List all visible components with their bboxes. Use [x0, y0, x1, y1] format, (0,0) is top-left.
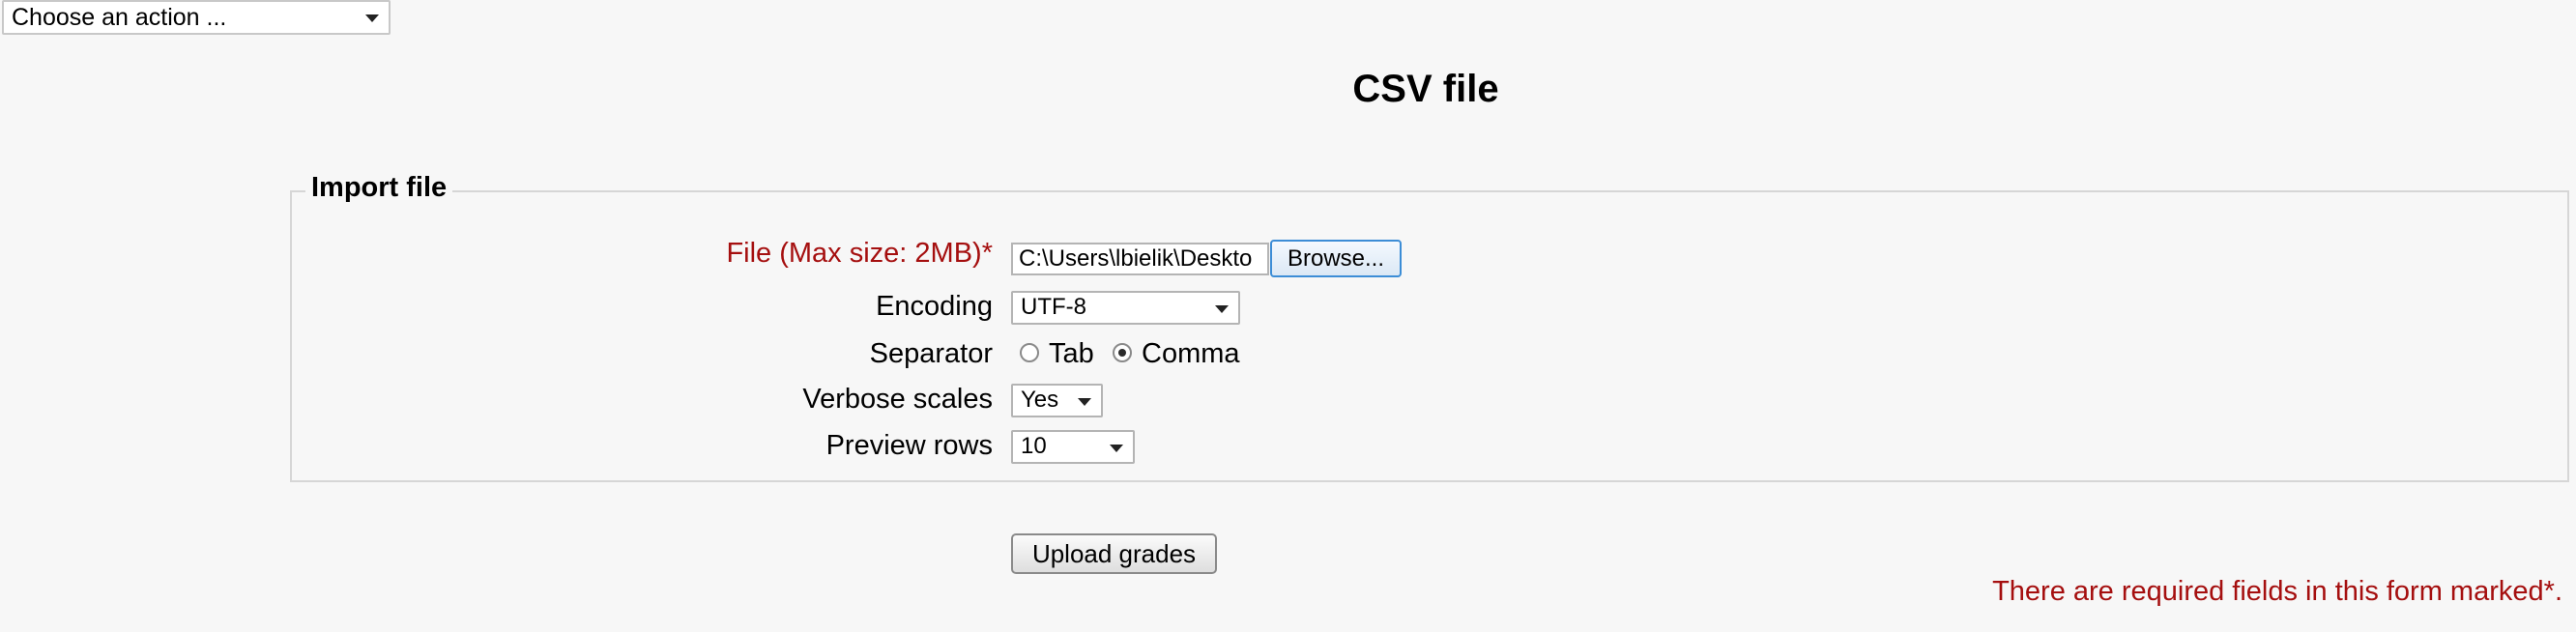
import-file-fieldset: [290, 190, 2569, 482]
verbose-scales-select[interactable]: Yes: [1011, 384, 1103, 417]
verbose-scales-value: Yes: [1021, 387, 1059, 413]
preview-rows-label: Preview rows: [825, 430, 993, 461]
file-path-input[interactable]: C:\Users\lbielik\Deskto: [1011, 243, 1269, 275]
encoding-label: Encoding: [876, 291, 993, 322]
page-title: CSV file: [1352, 68, 1499, 110]
chevron-down-icon: [1215, 304, 1229, 313]
import-file-legend: Import file: [305, 172, 453, 204]
separator-tab-radio[interactable]: [1020, 343, 1039, 362]
encoding-value: UTF-8: [1021, 294, 1086, 320]
preview-rows-value: 10: [1021, 433, 1047, 459]
separator-label: Separator: [869, 338, 993, 369]
upload-grades-button[interactable]: Upload grades: [1011, 533, 1217, 574]
required-fields-note: There are required fields in this form m…: [1992, 576, 2562, 607]
required-marker: *: [981, 238, 993, 269]
encoding-select[interactable]: UTF-8: [1011, 291, 1240, 325]
verbose-scales-label: Verbose scales: [802, 384, 993, 415]
separator-comma-label: Comma: [1142, 338, 1240, 369]
separator-tab-label: Tab: [1049, 338, 1094, 369]
chevron-down-icon: [1078, 397, 1091, 406]
file-label: File (Max size: 2MB)*: [726, 238, 993, 269]
preview-rows-select[interactable]: 10: [1011, 430, 1135, 464]
chevron-down-icon: [365, 14, 379, 22]
choose-action-select[interactable]: Choose an action ...: [2, 0, 391, 35]
choose-action-value: Choose an action ...: [12, 4, 227, 31]
separator-comma-radio[interactable]: [1113, 343, 1132, 362]
chevron-down-icon: [1110, 444, 1123, 452]
browse-button[interactable]: Browse...: [1270, 240, 1402, 277]
